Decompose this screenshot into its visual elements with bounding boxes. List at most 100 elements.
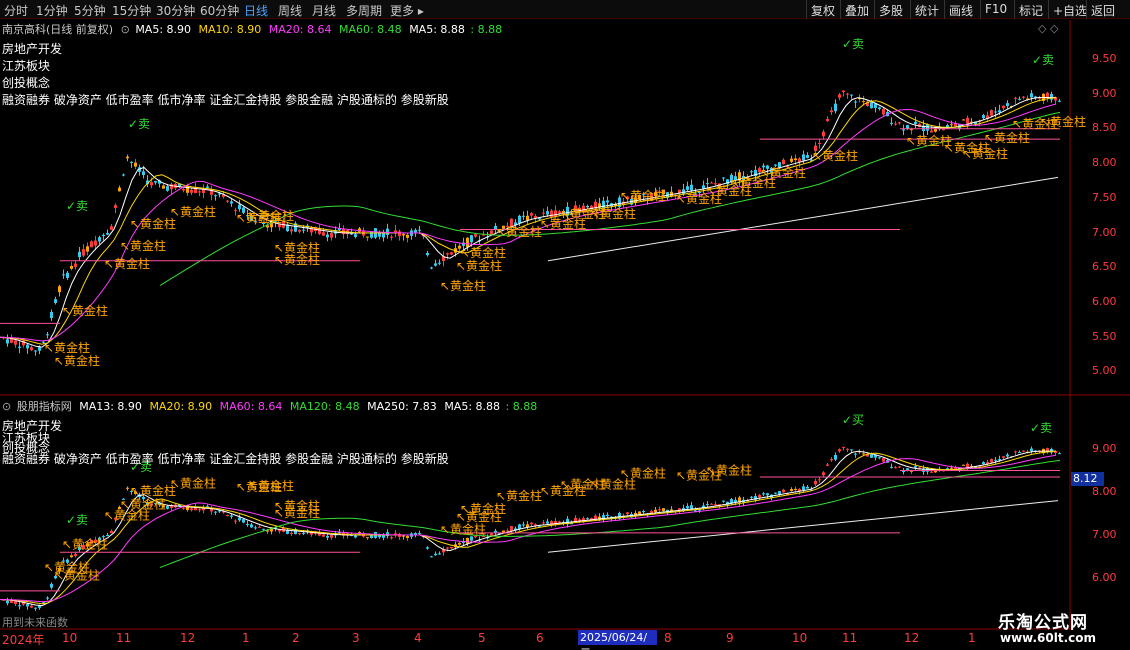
upper-candle-body: [142, 171, 145, 176]
upper-candle-body: [790, 158, 793, 162]
lower-candle-body: [430, 556, 433, 558]
lower-candle-body: [686, 506, 689, 509]
diamond-icon[interactable]: ◇ ◇: [1038, 22, 1058, 35]
lower-ma3: MA120: 8.48: [289, 400, 360, 413]
upper-candle-body: [322, 232, 325, 236]
gold-bar-label: ↖黄金柱: [496, 488, 542, 503]
upper-candle-body: [50, 311, 53, 319]
upper-ytick: 7.50: [1092, 191, 1117, 204]
lower-candle: [18, 602, 21, 610]
upper-candle-body: [366, 236, 369, 238]
lower-candle: [838, 448, 841, 453]
lower-candle: [366, 537, 369, 541]
upper-candle: [830, 106, 833, 115]
lower-candle: [14, 600, 17, 607]
upper-candle-body: [546, 211, 549, 215]
lower-candle: [202, 504, 205, 514]
lower-candle-body: [322, 534, 325, 537]
lower-candle-body: [766, 493, 769, 496]
gold-bar-label: ↖黄金柱: [44, 560, 90, 575]
upper-candle-body: [1006, 103, 1009, 107]
lower-ytick: 6.00: [1092, 571, 1117, 584]
lower-candle-body: [18, 605, 21, 607]
upper-candle-body: [74, 263, 77, 267]
lower-candle-body: [1014, 451, 1017, 453]
lower-candle-body: [110, 530, 113, 534]
lower-candle: [450, 546, 453, 549]
upper-candle-body: [394, 230, 397, 233]
upper-candle: [98, 235, 101, 245]
lower-candle-body: [854, 453, 857, 455]
upper-candle: [30, 345, 33, 352]
upper-candle-body: [914, 121, 917, 125]
lower-candle: [602, 512, 605, 523]
lower-candle-body: [774, 492, 777, 494]
xtick: 11: [842, 631, 858, 645]
lower-candle-body: [30, 605, 33, 608]
lower-candle-body: [354, 535, 357, 538]
settings-icon[interactable]: ⊙: [121, 23, 130, 36]
upper-ytick: 9.50: [1092, 52, 1117, 65]
upper-candle: [138, 164, 141, 176]
gold-bar-label: ↖黄金柱: [274, 505, 320, 520]
lower-candle-body: [814, 480, 817, 485]
lower-candle: [50, 582, 53, 590]
upper-candle-body: [526, 215, 529, 221]
lower-candle-body: [502, 530, 505, 533]
lower-candle: [526, 521, 529, 530]
upper-candle: [834, 99, 837, 114]
lower-candle-body: [466, 537, 469, 544]
lower-ytick: 7.00: [1092, 528, 1117, 541]
upper-candle-body: [994, 111, 997, 113]
lower-candle-body: [506, 530, 509, 532]
upper-candle: [214, 194, 217, 201]
lower-candle-body: [418, 532, 421, 534]
sell-signal-label: ✓卖: [1032, 53, 1054, 67]
upper-candle-body: [530, 213, 533, 216]
lower-candle-body: [626, 512, 629, 515]
upper-concept-0: 房地产开发: [2, 42, 63, 56]
upper-candle: [110, 223, 113, 230]
lower-candle-body: [790, 488, 793, 491]
lower-candle-body: [586, 518, 589, 520]
settings-icon[interactable]: ⊙: [2, 400, 11, 413]
upper-candle-body: [126, 156, 129, 159]
indicator-title[interactable]: 股朋指标网: [17, 400, 72, 413]
upper-candle: [1022, 95, 1025, 100]
upper-candle-body: [182, 189, 185, 191]
upper-candle-body: [450, 252, 453, 255]
upper-candle-body: [162, 185, 165, 189]
lower-candle: [766, 492, 769, 499]
lower-candle-body: [850, 449, 853, 451]
lower-candle-body: [982, 462, 985, 464]
upper-candle: [22, 339, 25, 348]
upper-candle: [54, 296, 57, 305]
upper-candle: [1058, 98, 1061, 103]
lower-candle: [1058, 452, 1061, 455]
gold-bar-label: ↖黄金柱: [274, 252, 320, 267]
xtick: 10: [62, 631, 78, 645]
upper-candle: [902, 124, 905, 136]
lower-ytick: 9.00: [1092, 442, 1117, 455]
upper-candle: [434, 259, 437, 267]
upper-candle-body: [398, 231, 401, 237]
upper-candle: [402, 232, 405, 241]
lower-candle: [338, 528, 341, 534]
lower-candle: [198, 508, 201, 513]
upper-candle-body: [862, 101, 865, 103]
upper-candle: [850, 94, 853, 99]
lower-candle: [410, 532, 413, 540]
upper-candle: [962, 119, 965, 121]
xtick: 6: [536, 631, 544, 645]
stock-title[interactable]: 南京高科(日线 前复权): [2, 23, 113, 36]
lower-candle-body: [878, 457, 881, 459]
upper-candle: [1030, 89, 1033, 102]
xtick: 2024年: [2, 633, 45, 647]
upper-candle-body: [606, 200, 609, 203]
upper-candle: [426, 250, 429, 257]
lower-candle: [394, 530, 397, 538]
upper-candle-body: [94, 240, 97, 246]
upper-candle-body: [686, 186, 689, 190]
gold-bar-label: ↖黄金柱: [54, 353, 100, 368]
upper-candle: [826, 116, 829, 122]
